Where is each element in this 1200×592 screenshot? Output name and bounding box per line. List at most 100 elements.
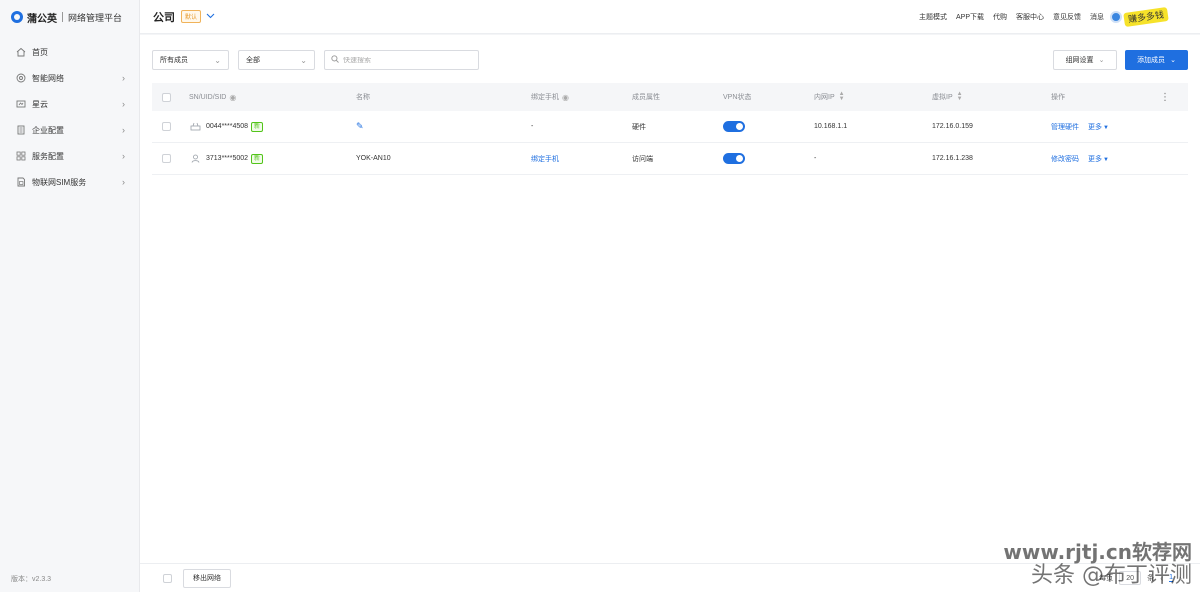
type-filter-select[interactable]: 全部 ⌄	[238, 50, 315, 70]
pagination: 每页 20 条 ‹ 1 ›	[1099, 571, 1182, 585]
chevron-down-icon: ⌄	[214, 55, 221, 65]
prev-page-icon[interactable]: ‹	[1160, 573, 1163, 583]
network-settings-button[interactable]: 组网设置 ⌄	[1053, 50, 1117, 70]
chevron-down-icon: ⌄	[1170, 57, 1176, 64]
link-app-download[interactable]: APP下载	[956, 12, 984, 22]
edit-pencil-icon[interactable]: ✎	[356, 121, 364, 132]
link-purchase[interactable]: 代购	[993, 12, 1007, 22]
sidebar-item-service-config[interactable]: 服务配置 ›	[0, 143, 139, 169]
column-header-attr: 成员属性	[632, 94, 660, 101]
chevron-right-icon: ›	[122, 73, 125, 83]
router-icon	[189, 122, 201, 131]
search-box	[324, 50, 479, 70]
link-theme-mode[interactable]: 主题模式	[919, 12, 947, 22]
manage-hardware-link[interactable]: 管理硬件	[1051, 122, 1079, 132]
network-settings-label: 组网设置	[1065, 57, 1094, 64]
current-page[interactable]: 1	[1169, 574, 1173, 582]
search-icon	[331, 55, 339, 65]
column-settings-icon[interactable]: ⋮	[1160, 83, 1170, 111]
sidebar-item-iot-sim[interactable]: 物联网SIM服务 ›	[0, 169, 139, 195]
more-dropdown[interactable]: 更多▼	[1088, 154, 1109, 164]
column-header-sn: SN/UID/SID ◉	[189, 83, 236, 111]
new-badge: 新	[251, 153, 264, 164]
sidebar-item-home[interactable]: 首页	[0, 39, 139, 65]
page-size-select[interactable]: 20	[1119, 571, 1142, 585]
phone-cell: 绑定手机	[531, 143, 559, 174]
vpn-cell	[723, 111, 745, 142]
column-header-label: 绑定手机	[531, 94, 559, 101]
more-dropdown[interactable]: 更多▼	[1088, 122, 1109, 132]
sidebar: 蒲公英 网络管理平台 首页 智能网络 › 星云 › 企业配置 › 服务配置 › …	[0, 0, 140, 592]
avatar[interactable]: 赚多多钱	[1110, 0, 1200, 34]
main-content: 所有成员 ⌄ 全部 ⌄ 组网设置 ⌄ 添加成员 ⌄ SN/UID/SID ◉	[140, 35, 1200, 592]
sidebar-item-label: 智能网络	[32, 73, 64, 83]
user-icon	[189, 154, 201, 163]
virtual-ip-value: 172.16.0.159	[932, 123, 973, 130]
change-password-link[interactable]: 修改密码	[1051, 154, 1079, 164]
more-label: 更多	[1088, 123, 1102, 131]
remove-label: 移出网络	[193, 575, 221, 582]
sort-icon: ▲ ▼	[838, 91, 845, 102]
sn-cell: 3713****5002 新	[189, 143, 264, 174]
page-size-unit: 条	[1147, 575, 1155, 582]
chevron-down-icon: ⌄	[1098, 57, 1105, 64]
service-icon	[15, 151, 26, 162]
brand-name: 蒲公英	[27, 13, 57, 25]
row-checkbox[interactable]	[162, 122, 171, 131]
chevron-right-icon: ›	[122, 151, 125, 161]
sidebar-item-nebula[interactable]: 星云 ›	[0, 91, 139, 117]
vpn-toggle[interactable]	[723, 153, 745, 164]
caret-down-icon: ▼	[1103, 124, 1109, 131]
type-filter-value: 全部	[246, 57, 260, 64]
more-label: 更多	[1088, 155, 1102, 163]
column-header-vpn: VPN状态	[723, 94, 752, 101]
eye-icon[interactable]: ◉	[562, 93, 569, 102]
name-value: YOK-AN10	[356, 155, 391, 162]
column-header-phone: 绑定手机 ◉	[531, 83, 569, 111]
sidebar-item-label: 服务配置	[32, 151, 64, 161]
virtual-ip-value: 172.16.1.238	[932, 155, 973, 162]
top-header: 公司 默认 主题模式 APP下载 代购 客服中心 意见反馈 消息 赚多多钱	[140, 0, 1200, 34]
new-badge: 新	[251, 121, 264, 132]
link-feedback[interactable]: 意见反馈	[1053, 12, 1081, 22]
column-header-label: 内网IP	[814, 94, 835, 101]
next-page-icon[interactable]: ›	[1179, 573, 1182, 583]
enterprise-icon	[15, 125, 26, 136]
lan-ip-value: -	[814, 155, 817, 162]
avatar-icon	[1110, 10, 1122, 23]
select-all-checkbox[interactable]	[162, 92, 171, 102]
lan-ip-value: 10.168.1.1	[814, 123, 848, 130]
sidebar-item-label: 星云	[32, 99, 48, 109]
cloud-icon	[15, 99, 26, 110]
logo[interactable]: 蒲公英 网络管理平台	[0, 0, 139, 34]
bind-phone-link[interactable]: 绑定手机	[531, 154, 559, 164]
operation-cell: 管理硬件 更多▼	[1051, 111, 1109, 142]
sidebar-item-label: 物联网SIM服务	[32, 177, 87, 187]
add-member-label: 添加成员	[1137, 57, 1166, 64]
sidebar-item-smart-network[interactable]: 智能网络 ›	[0, 65, 139, 91]
company-switcher[interactable]: 公司 默认	[153, 9, 215, 25]
attr-value: 访问端	[632, 155, 653, 163]
top-links: 主题模式 APP下载 代购 客服中心 意见反馈 消息	[919, 12, 1104, 22]
link-service-center[interactable]: 客服中心	[1016, 12, 1044, 22]
sidebar-item-enterprise-config[interactable]: 企业配置 ›	[0, 117, 139, 143]
operation-cell: 修改密码 更多▼	[1051, 143, 1109, 174]
name-cell: ✎	[356, 111, 364, 142]
column-header-virtual-ip[interactable]: 虚拟IP ▲ ▼	[932, 83, 963, 111]
add-member-button[interactable]: 添加成员 ⌄	[1125, 50, 1188, 70]
remove-from-network-button[interactable]: 移出网络	[183, 568, 231, 588]
row-checkbox[interactable]	[162, 154, 171, 163]
caret-down-icon: ▼	[1103, 156, 1109, 163]
column-header-label: SN/UID/SID	[189, 93, 227, 101]
search-input[interactable]	[343, 56, 463, 64]
home-icon	[15, 47, 26, 58]
vpn-toggle[interactable]	[723, 121, 745, 132]
version-label: 版本：v2.3.3	[11, 576, 52, 583]
footer-select-all-checkbox[interactable]	[163, 573, 172, 583]
column-header-label: 虚拟IP	[932, 94, 953, 101]
member-filter-select[interactable]: 所有成员 ⌄	[152, 50, 229, 70]
per-page-label: 每页	[1099, 575, 1114, 582]
column-header-lan-ip[interactable]: 内网IP ▲ ▼	[814, 83, 845, 111]
link-messages[interactable]: 消息	[1090, 12, 1104, 22]
eye-icon[interactable]: ◉	[229, 93, 236, 102]
